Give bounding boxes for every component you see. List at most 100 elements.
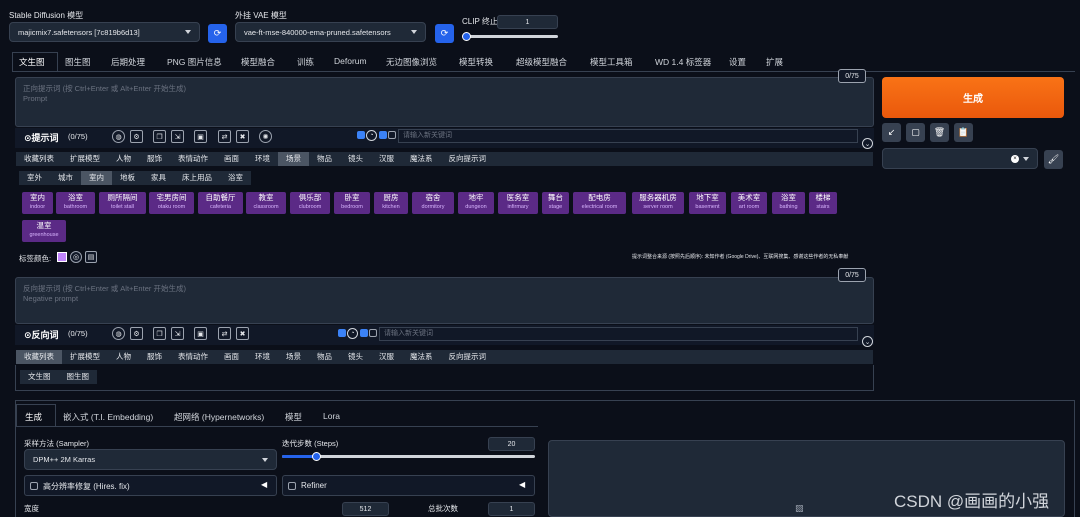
refresh-vae-button[interactable]: ⟳	[435, 24, 454, 43]
triangle-left-icon[interactable]: ◀	[519, 480, 525, 489]
sub-floor[interactable]: 地板	[112, 171, 143, 185]
neg-title[interactable]: ⊙反向词	[24, 328, 59, 341]
keyword-input[interactable]: 请输入新关键词	[398, 129, 858, 143]
cat-scene[interactable]: 场景	[278, 152, 309, 166]
copy-icon[interactable]: ❐	[153, 130, 166, 143]
hires-checkbox[interactable]	[30, 482, 38, 490]
chevron-down-icon[interactable]: ⌄	[862, 138, 873, 149]
tag-stage[interactable]: 舞台 stage	[542, 192, 569, 214]
sub-bathroom[interactable]: 浴室	[220, 171, 251, 185]
swap-icon[interactable]: ⇄	[218, 130, 231, 143]
gen-tab-hypernetworks[interactable]: 超网络 (Hypernetworks)	[174, 411, 264, 423]
vae-select[interactable]: vae-ft-mse-840000-ema-pruned.safetensors	[235, 22, 426, 42]
tab-png-info[interactable]: PNG 图片信息	[167, 56, 222, 68]
checkbox-3[interactable]	[388, 131, 396, 139]
sampler-select[interactable]: DPM++ 2M Karras	[24, 449, 277, 470]
clock-icon[interactable]: ◔	[366, 130, 377, 141]
gear-icon[interactable]: ⚙	[130, 327, 143, 340]
tag-toilet-stall[interactable]: 厕所隔间 toilet stall	[99, 192, 146, 214]
tag-bathroom[interactable]: 浴室 bathroom	[56, 192, 95, 214]
save-icon[interactable]: ▤	[85, 251, 97, 263]
neg-cat-frame[interactable]: 画面	[216, 350, 247, 364]
tab-model-convert[interactable]: 模型转换	[459, 56, 493, 68]
generate-button[interactable]: 生成	[882, 77, 1064, 118]
sub-indoor[interactable]: 室内	[81, 171, 112, 185]
clip-input[interactable]: 1	[497, 15, 558, 29]
tab-extensions[interactable]: 扩展	[766, 56, 783, 68]
tab-merge[interactable]: 模型融合	[241, 56, 275, 68]
tag-basement[interactable]: 地下室 basement	[689, 192, 726, 214]
neg-cat-magic[interactable]: 魔法系	[402, 350, 441, 364]
tag-kitchen[interactable]: 厨房 kitchen	[374, 192, 408, 214]
cat-negative[interactable]: 反向提示词	[441, 152, 495, 166]
chevron-down-icon[interactable]: ⌄	[862, 336, 873, 347]
cat-favorites[interactable]: 收藏列表	[16, 152, 62, 166]
swap-icon[interactable]: ⇄	[218, 327, 231, 340]
globe-icon[interactable]: ◍	[112, 130, 125, 143]
cat-clothing[interactable]: 服饰	[139, 152, 170, 166]
tag-electrical-room[interactable]: 配电房 electrical room	[573, 192, 626, 214]
checkbox-2[interactable]	[379, 131, 387, 139]
neg-cat-hanfu[interactable]: 汉服	[371, 350, 402, 364]
gen-tab-model[interactable]: 模型	[285, 411, 302, 423]
sub-bedding[interactable]: 床上用品	[174, 171, 220, 185]
tab-image-browser[interactable]: 无边图像浏览	[386, 56, 437, 68]
tab-txt2img[interactable]: 文生图	[19, 56, 45, 68]
tag-greenhouse[interactable]: 温室 greenhouse	[22, 220, 66, 242]
clip-slider-handle[interactable]	[462, 32, 471, 41]
tag-indoor[interactable]: 室内 indoor	[22, 192, 53, 214]
trash-icon[interactable]: ✖	[236, 130, 249, 143]
triangle-left-icon[interactable]: ◀	[261, 480, 267, 489]
steps-slider-handle[interactable]	[311, 452, 321, 461]
tag-dungeon[interactable]: 地牢 dungeon	[458, 192, 494, 214]
tag-server-room[interactable]: 服务器机房 server room	[632, 192, 684, 214]
trash-icon[interactable]: 🗑	[930, 123, 949, 142]
gen-tab-generate[interactable]: 生成	[25, 411, 42, 423]
cat-hanfu[interactable]: 汉服	[371, 152, 402, 166]
neg-cat-scene[interactable]: 场景	[278, 350, 309, 364]
gen-tab-lora[interactable]: Lora	[323, 411, 340, 421]
import-icon[interactable]: ⇲	[171, 130, 184, 143]
trash-icon[interactable]: ✖	[236, 327, 249, 340]
neg-cat-people[interactable]: 人物	[108, 350, 139, 364]
neg-cat-negative[interactable]: 反向提示词	[441, 350, 495, 364]
tab-wd-tagger[interactable]: WD 1.4 标签器	[655, 56, 711, 68]
sub-city[interactable]: 城市	[50, 171, 81, 185]
cat-lens[interactable]: 镜头	[340, 152, 371, 166]
tag-bedroom[interactable]: 卧室 bedroom	[334, 192, 370, 214]
checkbox-3[interactable]	[369, 329, 377, 337]
tag-otaku-room[interactable]: 宅男房间 otaku room	[149, 192, 194, 214]
brush-icon[interactable]: 🖌	[1044, 150, 1063, 169]
copy-icon[interactable]: ▢	[906, 123, 925, 142]
steps-input[interactable]: 20	[488, 437, 535, 451]
neg-cat-favorites[interactable]: 收藏列表	[16, 350, 62, 364]
tag-dormitory[interactable]: 宿舍 dormitory	[412, 192, 454, 214]
tab-img2img[interactable]: 图生图	[65, 56, 91, 68]
tag-classroom[interactable]: 教室 classroom	[246, 192, 286, 214]
tab-settings[interactable]: 设置	[729, 56, 746, 68]
tab-model-toolkit[interactable]: 模型工具箱	[590, 56, 633, 68]
refiner-checkbox[interactable]	[288, 482, 296, 490]
clear-icon[interactable]: ×	[1011, 154, 1019, 163]
neg-keyword-input[interactable]: 请输入新关键词	[379, 327, 858, 341]
neg-cat-lens[interactable]: 镜头	[340, 350, 371, 364]
clock-icon[interactable]: ◔	[347, 328, 358, 339]
apply-icon[interactable]: ↙	[882, 123, 901, 142]
neg-cat-items[interactable]: 物品	[309, 350, 340, 364]
cat-ext-models[interactable]: 扩展模型	[62, 152, 108, 166]
color-swatch[interactable]	[57, 252, 67, 262]
clipboard-icon[interactable]: 📋	[954, 123, 973, 142]
cat-people[interactable]: 人物	[108, 152, 139, 166]
prompt-title[interactable]: ⊙提示词	[24, 131, 59, 144]
import-icon[interactable]: ⇲	[171, 327, 184, 340]
globe-icon[interactable]: ◍	[112, 327, 125, 340]
model-select[interactable]: majicmix7.safetensors [7c819b6d13]	[9, 22, 200, 42]
clip-slider[interactable]	[464, 35, 558, 38]
palette-icon[interactable]: ◎	[70, 251, 82, 263]
checkbox-1[interactable]	[338, 329, 346, 337]
neg-cat-expression[interactable]: 表情动作	[170, 350, 216, 364]
width-input[interactable]: 512	[342, 502, 389, 516]
settings-icon[interactable]: ✺	[259, 130, 272, 143]
batch-input[interactable]: 1	[488, 502, 535, 516]
cat-magic[interactable]: 魔法系	[402, 152, 441, 166]
